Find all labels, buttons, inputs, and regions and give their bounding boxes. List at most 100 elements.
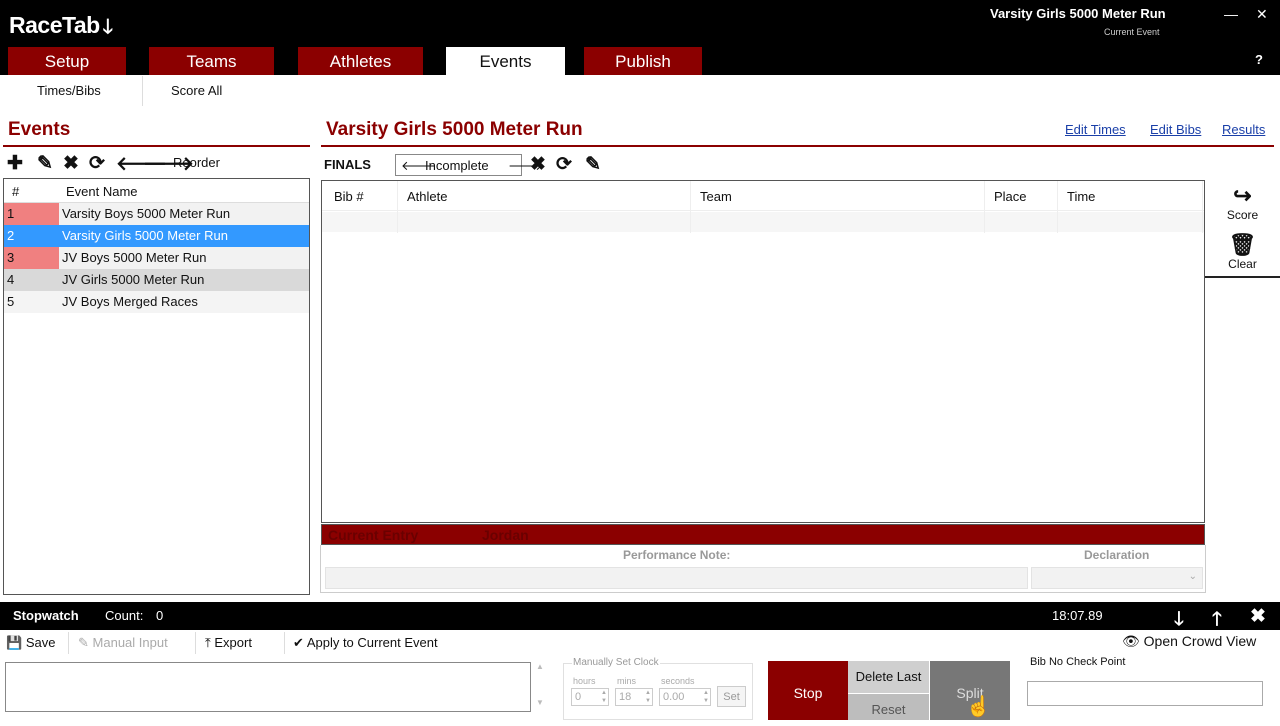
- tab-setup[interactable]: Setup: [8, 47, 126, 75]
- tab-events[interactable]: Events: [446, 47, 565, 75]
- manual-input-button[interactable]: ✎ Manual Input: [78, 635, 168, 651]
- edit-icon[interactable]: ✎: [37, 152, 53, 175]
- col-athlete[interactable]: Athlete: [407, 189, 447, 204]
- event-row[interactable]: 1 Varsity Boys 5000 Meter Run: [4, 203, 309, 225]
- mins-stepper[interactable]: 18 ▲ ▼: [615, 688, 653, 706]
- stopwatch-bar: Stopwatch Count: 0 18:07.89 🡓 🡑 ✖: [0, 602, 1280, 630]
- main-title-rule: [321, 145, 1274, 147]
- events-panel-title: Events: [8, 119, 71, 140]
- subnav-divider: [142, 76, 143, 106]
- event-row[interactable]: 4 JV Girls 5000 Meter Run: [4, 269, 309, 291]
- top-bar: RaceTab 🡓 Varsity Girls 5000 Meter Run Cu…: [0, 0, 1280, 75]
- current-entry-label: Current Entry: [328, 527, 419, 543]
- event-name: JV Boys 5000 Meter Run: [62, 250, 207, 265]
- stepper-arrows-icon[interactable]: ▲ ▼: [645, 689, 651, 705]
- mins-label: mins: [617, 676, 637, 686]
- delete-round-icon[interactable]: ✖: [530, 153, 546, 176]
- logo-arrow-icon: 🡓: [102, 16, 113, 38]
- col-team[interactable]: Team: [700, 189, 732, 204]
- current-entry-value: Jordan: [482, 527, 529, 543]
- trash-icon: 🗑: [1228, 232, 1257, 257]
- count-label: Count:: [105, 608, 144, 623]
- col-separator: [1202, 181, 1203, 233]
- col-separator: [690, 181, 691, 233]
- set-clock-button[interactable]: Set: [717, 686, 746, 707]
- reset-button[interactable]: Reset: [848, 694, 929, 720]
- stepper-arrows-icon[interactable]: ▲ ▼: [703, 689, 709, 705]
- event-number: 3: [4, 247, 59, 269]
- close-stopwatch-icon[interactable]: ✖: [1250, 605, 1266, 628]
- results-grid-header: Bib # Athlete Team Place Time: [322, 181, 1204, 233]
- refresh-round-icon[interactable]: ⟳: [556, 153, 572, 176]
- edit-times-link[interactable]: Edit Times: [1065, 122, 1126, 137]
- col-separator: [984, 181, 985, 233]
- reorder-button[interactable]: Reorder: [173, 155, 220, 170]
- add-icon[interactable]: ✚: [7, 152, 23, 175]
- hours-stepper[interactable]: 0 ▲ ▼: [571, 688, 609, 706]
- clear-button[interactable]: 🗑 Clear: [1205, 232, 1280, 272]
- status-selector[interactable]: 🡐 Incomplete 🡒: [395, 154, 543, 176]
- col-separator: [1057, 181, 1058, 233]
- toolbar-divider: [284, 632, 285, 654]
- grid-empty-row: [322, 212, 1204, 232]
- col-event-name[interactable]: Event Name: [66, 184, 138, 199]
- save-icon: 💾: [6, 635, 23, 650]
- apply-to-current-event-button[interactable]: ✔ Apply to Current Event: [293, 635, 438, 651]
- event-name: JV Girls 5000 Meter Run: [62, 272, 205, 287]
- input-scrollbar[interactable]: ▲ ▼: [533, 662, 547, 714]
- help-icon[interactable]: ?: [1255, 52, 1263, 67]
- event-number: 2: [7, 228, 15, 243]
- manual-clock-caption: Manually Set Clock: [572, 657, 660, 668]
- export-icon: ⤒: [205, 635, 211, 650]
- performance-note-input[interactable]: [325, 567, 1028, 589]
- col-time[interactable]: Time: [1067, 189, 1095, 204]
- subnav-times-bibs[interactable]: Times/Bibs: [37, 83, 101, 98]
- save-button[interactable]: 💾 Save: [6, 635, 55, 651]
- bib-checkpoint-input[interactable]: [1027, 681, 1263, 706]
- delete-icon[interactable]: ✖: [63, 152, 79, 175]
- event-number: 1: [4, 203, 59, 225]
- pencil-icon: ✎: [78, 635, 89, 650]
- tab-athletes[interactable]: Athletes: [298, 47, 423, 75]
- refresh-icon[interactable]: ⟳: [89, 152, 105, 175]
- open-crowd-view-button[interactable]: 👁 Open Crowd View: [1122, 633, 1256, 650]
- check-icon: ✔: [293, 635, 304, 650]
- hours-label: hours: [573, 676, 596, 686]
- col-number[interactable]: #: [12, 184, 19, 199]
- tab-publish[interactable]: Publish: [584, 47, 702, 75]
- bib-checkpoint-label: Bib No Check Point: [1030, 656, 1126, 668]
- stopwatch-input-area[interactable]: [5, 662, 531, 712]
- event-row-selected[interactable]: 2 Varsity Girls 5000 Meter Run: [4, 225, 309, 247]
- event-number: 4: [7, 272, 15, 287]
- declaration-select[interactable]: ⌄: [1031, 567, 1203, 589]
- stop-button[interactable]: Stop: [768, 661, 848, 720]
- event-name: Varsity Boys 5000 Meter Run: [62, 206, 231, 221]
- current-event-name: Varsity Girls 5000 Meter Run: [990, 6, 1166, 21]
- chevron-down-icon: ⌄: [1188, 571, 1197, 582]
- subnav-score-all[interactable]: Score All: [171, 83, 222, 98]
- edit-round-icon[interactable]: ✎: [585, 153, 601, 176]
- close-window-icon[interactable]: ✕: [1256, 6, 1268, 23]
- round-label: FINALS: [324, 157, 371, 172]
- seconds-stepper[interactable]: 0.00 ▲ ▼: [659, 688, 711, 706]
- events-list: # Event Name 1 Varsity Boys 5000 Meter R…: [3, 178, 310, 595]
- stepper-arrows-icon[interactable]: ▲ ▼: [601, 689, 607, 705]
- results-grid: Bib # Athlete Team Place Time: [321, 180, 1205, 523]
- seconds-label: seconds: [661, 676, 695, 686]
- stopwatch-time: 18:07.89: [1052, 608, 1103, 623]
- score-button[interactable]: ↪ Score: [1205, 184, 1280, 223]
- minimize-icon[interactable]: —: [1224, 6, 1238, 22]
- delete-last-button[interactable]: Delete Last: [848, 661, 929, 693]
- col-separator: [397, 181, 398, 233]
- edit-bibs-link[interactable]: Edit Bibs: [1150, 122, 1201, 137]
- events-title-rule: [3, 145, 310, 147]
- declaration-label: Declaration: [1084, 548, 1150, 562]
- col-place[interactable]: Place: [994, 189, 1027, 204]
- event-row[interactable]: 3 JV Boys 5000 Meter Run: [4, 247, 309, 269]
- results-link[interactable]: Results: [1222, 122, 1265, 137]
- tab-teams[interactable]: Teams: [149, 47, 274, 75]
- col-bib[interactable]: Bib #: [334, 189, 364, 204]
- stopwatch-title: Stopwatch: [13, 608, 79, 623]
- export-button[interactable]: ⤒ Export: [205, 635, 252, 651]
- event-row[interactable]: 5 JV Boys Merged Races: [4, 291, 309, 313]
